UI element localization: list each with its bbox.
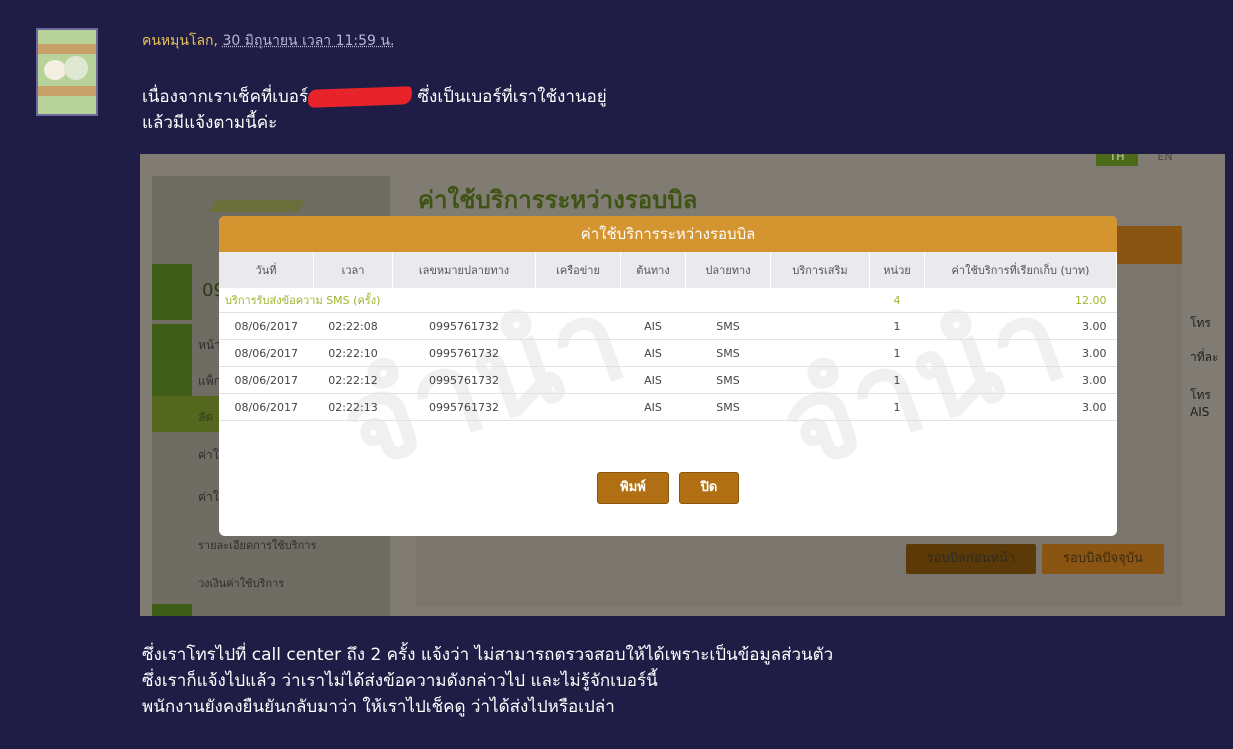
intro-text-end: ซึ่งเป็นเบอร์ที่เราใช้งานอยู่ xyxy=(417,87,607,107)
cell-origin: AIS xyxy=(620,366,686,394)
table-row: 08/06/2017 02:22:13 0995761732 AIS SMS 1… xyxy=(219,393,1117,421)
cell-time: 02:22:10 xyxy=(313,339,393,367)
close-button[interactable]: ปิด xyxy=(679,472,739,504)
col-network: เครือข่าย xyxy=(535,252,621,288)
redaction-mark xyxy=(307,86,413,108)
cell-units: 1 xyxy=(869,366,925,394)
post-body-line1: ซึ่งเราโทรไปที่ call center ถึง 2 ครั้ง … xyxy=(142,645,834,665)
post-datetime[interactable]: 30 มิถุนายน เวลา 11:59 น. xyxy=(222,33,394,49)
post-intro-line2: แล้วมีแจ้งตามนี้ค่ะ xyxy=(142,113,278,133)
col-extra: บริการเสริม xyxy=(770,252,870,288)
modal-title: ค่าใช้บริการระหว่างรอบบิล xyxy=(219,216,1117,252)
category-label: บริการรับส่งข้อความ SMS (ครั้ง) xyxy=(219,288,870,313)
intro-text-start: เนื่องจากเราเช็คที่เบอร์ xyxy=(142,87,309,107)
cell-extra xyxy=(770,312,870,340)
table-header-row: วันที่ เวลา เลขหมายปลายทาง เครือข่าย ต้น… xyxy=(219,252,1117,288)
table-row: 08/06/2017 02:22:12 0995761732 AIS SMS 1… xyxy=(219,366,1117,394)
category-amount: 12.00 xyxy=(924,288,1117,313)
username[interactable]: คนหมุนโลก xyxy=(142,33,214,49)
charges-modal: ค่าใช้บริการระหว่างรอบบิล จำนำ จำนำ วันท… xyxy=(219,216,1117,536)
logo-swoosh xyxy=(208,200,306,212)
cell-date: 08/06/2017 xyxy=(219,366,314,394)
post-body-line3: พนักงานยังคงยืนยันกลับมาว่า ให้เราไปเช็ค… xyxy=(142,697,615,717)
screenshot-heading: ค่าใช้บริการระหว่างรอบบิล xyxy=(418,186,698,214)
cell-network xyxy=(535,312,621,340)
cell-amount: 3.00 xyxy=(924,339,1117,367)
cell-network xyxy=(535,339,621,367)
avatar[interactable] xyxy=(36,28,98,116)
col-dest: ปลายทาง xyxy=(685,252,771,288)
post-body-line2: ซึ่งเราก็แจ้งไปแล้ว ว่าเราไม่ได้ส่งข้อคว… xyxy=(142,671,658,691)
table-row: 08/06/2017 02:22:08 0995761732 AIS SMS 1… xyxy=(219,312,1117,340)
lang-th-button: TH xyxy=(1096,154,1138,166)
meta-separator: , xyxy=(213,33,218,49)
sidebar-item: ลัด xyxy=(198,410,214,424)
cell-units: 1 xyxy=(869,312,925,340)
post-meta: คนหมุนโลก, 30 มิถุนายน เวลา 11:59 น. xyxy=(142,30,394,52)
cell-network xyxy=(535,366,621,394)
col-units: หน่วย xyxy=(869,252,925,288)
cell-dest: SMS xyxy=(685,366,771,394)
cell-amount: 3.00 xyxy=(924,393,1117,421)
col-amount: ค่าใช้บริการที่เรียกเก็บ (บาท) xyxy=(924,252,1117,288)
cell-extra xyxy=(770,366,870,394)
current-cycle-button: รอบบิลปัจจุบัน xyxy=(1042,544,1164,574)
cell-dest: SMS xyxy=(685,393,771,421)
prev-cycle-button: รอบบิลก่อนหน้า xyxy=(906,544,1036,574)
cell-extra xyxy=(770,339,870,367)
cell-origin: AIS xyxy=(620,339,686,367)
cell-network xyxy=(535,393,621,421)
cell-units: 1 xyxy=(869,339,925,367)
avatar-shelf xyxy=(38,44,96,54)
post-intro: เนื่องจากเราเช็คที่เบอร์ ซึ่งเป็นเบอร์ที… xyxy=(142,84,607,136)
cell-origin: AIS xyxy=(620,312,686,340)
right-fragment: โทร AIS xyxy=(1190,388,1211,419)
sidebar-item: รายละเอียดการใช้บริการ xyxy=(198,539,317,552)
category-units: 4 xyxy=(869,288,925,313)
sidebar-item: แพ็ก xyxy=(198,374,221,388)
cell-dest: SMS xyxy=(685,339,771,367)
right-fragment: โทร xyxy=(1190,316,1211,330)
cell-time: 02:22:08 xyxy=(313,312,393,340)
post-intro-line1: เนื่องจากเราเช็คที่เบอร์ ซึ่งเป็นเบอร์ที… xyxy=(142,84,607,110)
cell-number: 0995761732 xyxy=(392,339,536,367)
post-body: ซึ่งเราโทรไปที่ call center ถึง 2 ครั้ง … xyxy=(142,642,833,720)
cell-amount: 3.00 xyxy=(924,366,1117,394)
table-row: 08/06/2017 02:22:10 0995761732 AIS SMS 1… xyxy=(219,339,1117,367)
avatar-character xyxy=(44,60,66,80)
sidebar-icon-package xyxy=(152,360,192,396)
sidebar-item: ค่าใ xyxy=(198,490,219,504)
cell-date: 08/06/2017 xyxy=(219,312,314,340)
sidebar-icon-home xyxy=(152,324,192,360)
cell-time: 02:22:12 xyxy=(313,366,393,394)
cell-number: 0995761732 xyxy=(392,393,536,421)
col-time: เวลา xyxy=(313,252,393,288)
avatar-shelf xyxy=(38,86,96,96)
sidebar-icon-bottom xyxy=(152,604,192,616)
sidebar-item: ค่าใ xyxy=(198,448,219,462)
avatar-character xyxy=(64,56,88,80)
cell-units: 1 xyxy=(869,393,925,421)
sidebar-user-block xyxy=(152,264,192,320)
print-button[interactable]: พิมพ์ xyxy=(597,472,669,504)
right-fragment: าที่ละ xyxy=(1190,350,1219,364)
cell-extra xyxy=(770,393,870,421)
cell-dest: SMS xyxy=(685,312,771,340)
col-origin: ต้นทาง xyxy=(620,252,686,288)
cell-amount: 3.00 xyxy=(924,312,1117,340)
cell-number: 0995761732 xyxy=(392,312,536,340)
cell-number: 0995761732 xyxy=(392,366,536,394)
lang-en-button: EN xyxy=(1157,154,1173,163)
category-row: บริการรับส่งข้อความ SMS (ครั้ง) 4 12.00 xyxy=(219,288,1117,313)
cell-date: 08/06/2017 xyxy=(219,393,314,421)
cell-origin: AIS xyxy=(620,393,686,421)
cell-time: 02:22:13 xyxy=(313,393,393,421)
charges-table: วันที่ เวลา เลขหมายปลายทาง เครือข่าย ต้น… xyxy=(219,252,1117,421)
sidebar-item: วงเงินค่าใช้บริการ xyxy=(198,577,285,590)
cell-date: 08/06/2017 xyxy=(219,339,314,367)
col-date: วันที่ xyxy=(219,252,314,288)
col-number: เลขหมายปลายทาง xyxy=(392,252,536,288)
sidebar-item: หน้า xyxy=(198,338,221,352)
